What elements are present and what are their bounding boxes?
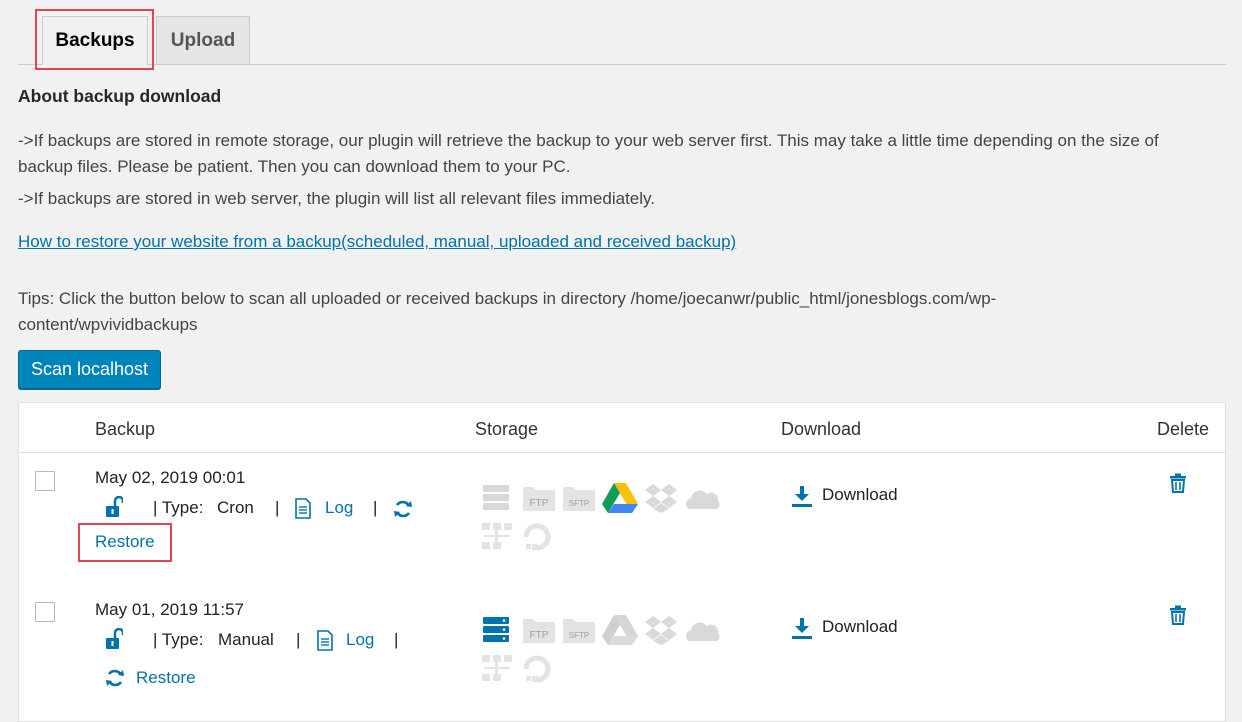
unlock-icon[interactable] (105, 496, 123, 518)
type-label: | Type: (153, 498, 204, 517)
tips-line-cont: content/wpvividbackups (18, 315, 198, 334)
download-link[interactable]: Download (822, 485, 898, 505)
dropbox-icon (645, 484, 677, 513)
header-storage: Storage (475, 419, 539, 439)
restore-link[interactable]: Restore (136, 668, 196, 688)
backup-table: Backup Storage Download Delete May 02, 2… (18, 402, 1226, 722)
tabs-divider (18, 64, 1226, 65)
backup-type: Cron (217, 498, 254, 517)
separator: | (373, 498, 378, 517)
svg-text:SFTP: SFTP (569, 499, 589, 508)
tab-upload[interactable]: Upload (156, 16, 250, 64)
network-storage-icon (482, 523, 512, 549)
ftp-storage-icon: FTP (523, 487, 555, 511)
header-backup: Backup (95, 419, 156, 439)
about-heading: About backup download (18, 86, 222, 106)
trash-icon[interactable] (1169, 605, 1187, 625)
header-divider (19, 452, 1225, 453)
restore-sync-icon[interactable] (105, 668, 125, 688)
digitalocean-icon (523, 655, 551, 683)
unlock-icon[interactable] (105, 628, 123, 650)
sftp-storage-icon: SFTP (563, 487, 595, 511)
header-download: Download (781, 419, 862, 439)
about-remote-line: ->If backups are stored in remote storag… (18, 131, 1159, 150)
restore-link[interactable]: Restore (95, 532, 155, 552)
log-link[interactable]: Log (325, 498, 353, 518)
svg-text:FTP: FTP (530, 498, 549, 509)
row-checkbox[interactable] (35, 471, 55, 491)
download-icon[interactable] (791, 485, 813, 507)
backup-date: May 01, 2019 11:57 (95, 600, 245, 619)
type-label: | Type: (153, 630, 204, 649)
restore-sync-icon[interactable] (393, 499, 413, 519)
network-storage-icon (482, 655, 512, 681)
digitalocean-icon (523, 523, 551, 551)
log-icon[interactable] (294, 498, 312, 519)
server-storage-icon (483, 485, 509, 510)
svg-text:FTP: FTP (530, 630, 549, 641)
about-local-line: ->If backups are stored in web server, t… (18, 189, 655, 208)
dropbox-icon (645, 616, 677, 645)
tab-backups[interactable]: Backups (42, 16, 148, 65)
log-link[interactable]: Log (346, 630, 374, 650)
onedrive-icon (686, 490, 720, 509)
download-link[interactable]: Download (822, 617, 898, 637)
download-icon[interactable] (791, 617, 813, 639)
separator: | (275, 498, 280, 517)
tips-line: Tips: Click the button below to scan all… (18, 289, 997, 308)
log-icon[interactable] (316, 630, 334, 651)
header-delete: Delete (1157, 419, 1210, 439)
google-drive-icon (602, 483, 638, 513)
ftp-storage-icon: FTP (523, 619, 555, 643)
server-storage-icon (483, 617, 509, 642)
onedrive-icon (686, 622, 720, 641)
separator: | (296, 630, 301, 649)
separator: | (394, 630, 399, 649)
restore-guide-link[interactable]: How to restore your website from a backu… (18, 232, 736, 251)
google-drive-icon (602, 615, 638, 645)
trash-icon[interactable] (1169, 473, 1187, 493)
sftp-storage-icon: SFTP (563, 619, 595, 643)
row-checkbox[interactable] (35, 602, 55, 622)
svg-text:SFTP: SFTP (569, 631, 589, 640)
backup-type: Manual (218, 630, 274, 649)
scan-localhost-button[interactable]: Scan localhost (18, 350, 161, 389)
about-remote-line-cont: backup files. Please be patient. Then yo… (18, 157, 571, 176)
backup-date: May 02, 2019 00:01 (95, 468, 246, 487)
